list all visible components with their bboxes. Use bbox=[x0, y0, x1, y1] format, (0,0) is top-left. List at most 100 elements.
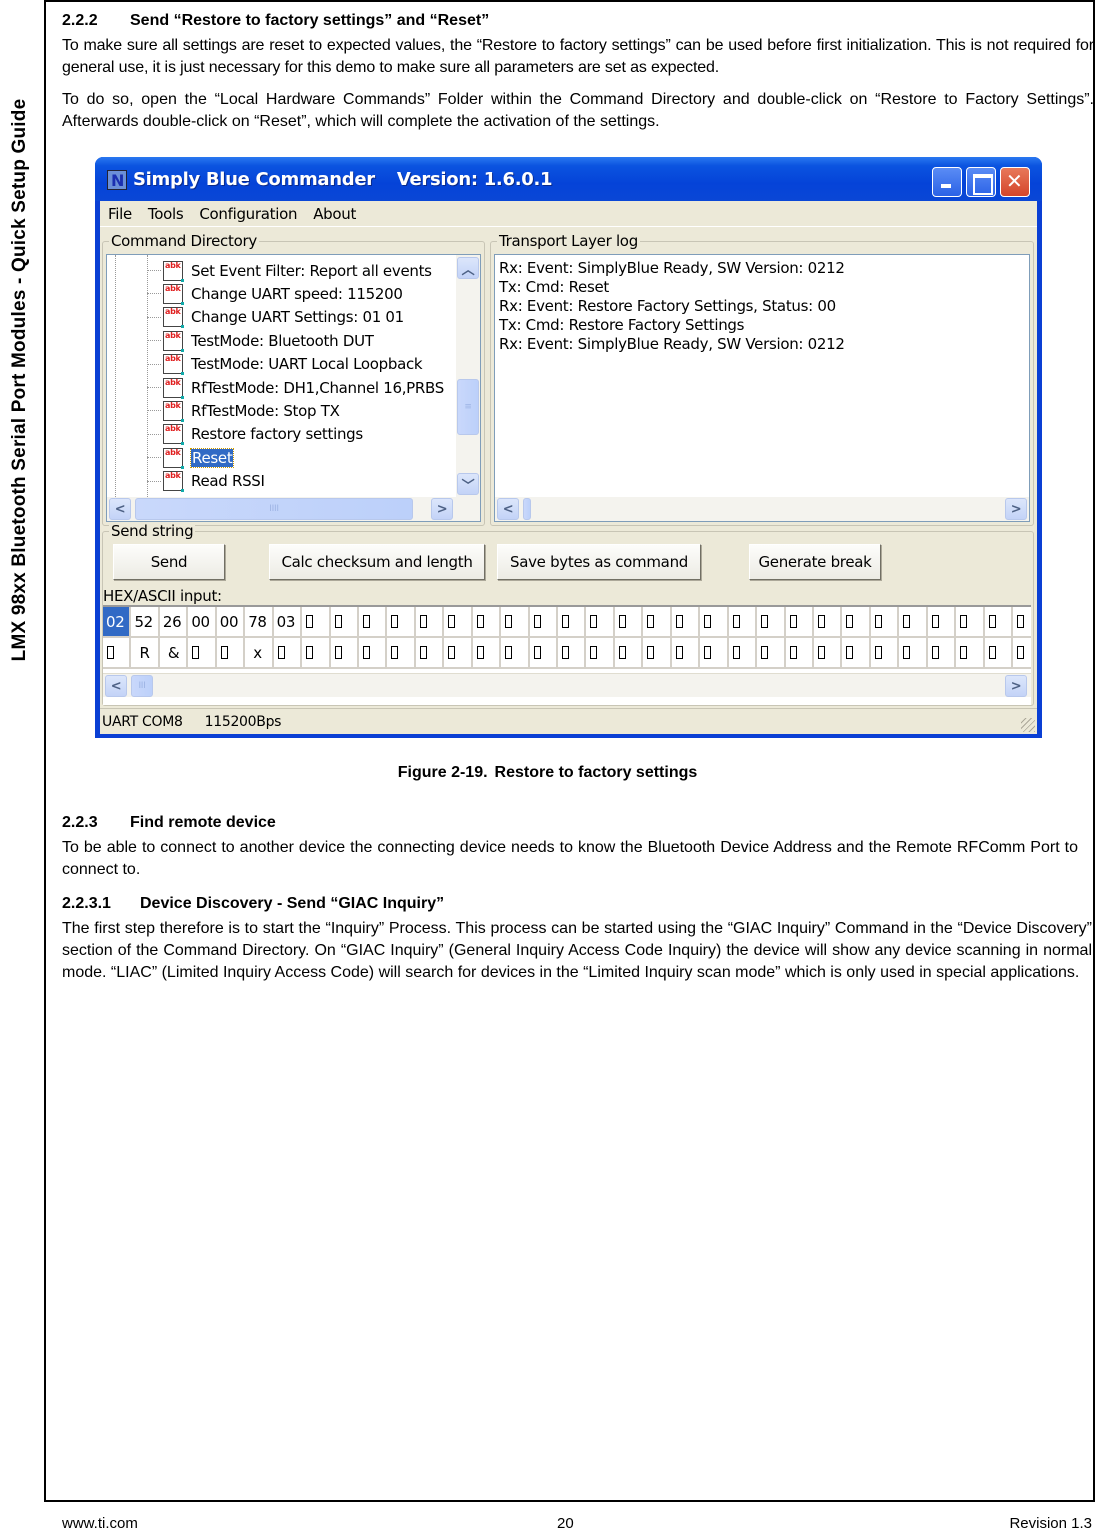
hex-cell[interactable] bbox=[671, 607, 701, 638]
ascii-cell[interactable] bbox=[529, 638, 558, 669]
ascii-cell[interactable] bbox=[302, 638, 331, 669]
ascii-cell[interactable] bbox=[188, 638, 217, 669]
scroll-left-icon[interactable]: < bbox=[105, 675, 127, 697]
transport-log-hscroll[interactable]: < > bbox=[495, 497, 1029, 521]
ascii-cell[interactable] bbox=[586, 638, 615, 669]
command-tree-item[interactable]: Restore factory settings bbox=[147, 423, 363, 446]
hex-cell[interactable] bbox=[700, 607, 729, 638]
hex-cell[interactable] bbox=[899, 607, 928, 638]
command-tree-item[interactable]: RfTestMode: DH1,Channel 16,PRBS bbox=[147, 376, 444, 399]
ascii-cell[interactable] bbox=[614, 638, 644, 669]
hex-cell[interactable]: 78 bbox=[245, 607, 274, 638]
ascii-cell[interactable]: R bbox=[131, 638, 160, 669]
hex-cell[interactable] bbox=[614, 607, 644, 638]
hex-cell[interactable]: 03 bbox=[273, 607, 303, 638]
title-bar[interactable]: Simply Blue CommanderVersion: 1.6.0.1 bbox=[95, 157, 1042, 201]
ascii-cell[interactable] bbox=[785, 638, 814, 669]
hex-cell[interactable]: 02 bbox=[103, 607, 132, 638]
ascii-cell[interactable] bbox=[501, 638, 530, 669]
command-tree-item[interactable]: RfTestMode: Stop TX bbox=[147, 399, 340, 422]
resize-grip-icon[interactable] bbox=[1021, 718, 1035, 732]
command-tree-item[interactable]: TestMode: Bluetooth DUT bbox=[147, 329, 374, 352]
command-tree-item[interactable]: Set Event Filter: Report all events bbox=[147, 259, 432, 282]
command-tree-vscroll[interactable]: ︿ ≡ ﹀ bbox=[456, 255, 480, 497]
ascii-cell[interactable] bbox=[444, 638, 473, 669]
hex-cell[interactable]: 52 bbox=[131, 607, 160, 638]
command-tree-item[interactable]: Reset bbox=[147, 446, 235, 469]
hex-cell[interactable] bbox=[387, 607, 416, 638]
ascii-cell[interactable] bbox=[984, 638, 1013, 669]
scroll-down-icon[interactable]: ﹀ bbox=[457, 473, 479, 495]
hex-cell[interactable] bbox=[330, 607, 359, 638]
ascii-cell[interactable] bbox=[813, 638, 843, 669]
ascii-cell[interactable] bbox=[558, 638, 587, 669]
ascii-cell[interactable] bbox=[103, 638, 132, 669]
hex-cell[interactable] bbox=[1013, 607, 1031, 638]
ascii-cell[interactable] bbox=[216, 638, 246, 669]
hex-cell[interactable] bbox=[472, 607, 502, 638]
scroll-thumb[interactable]: IIII bbox=[135, 498, 413, 520]
ascii-cell[interactable] bbox=[757, 638, 786, 669]
hex-cell[interactable] bbox=[529, 607, 558, 638]
command-tree-item[interactable]: Change UART Settings: 01 01 bbox=[147, 306, 404, 329]
ascii-cell[interactable] bbox=[842, 638, 871, 669]
maximize-icon[interactable] bbox=[966, 167, 996, 197]
scroll-right-icon[interactable]: > bbox=[1005, 675, 1027, 697]
hex-cell[interactable] bbox=[870, 607, 900, 638]
scroll-up-icon[interactable]: ︿ bbox=[457, 257, 479, 279]
send-button[interactable]: Send bbox=[113, 544, 225, 580]
scroll-right-icon[interactable]: > bbox=[1005, 498, 1027, 520]
ascii-cell[interactable] bbox=[415, 638, 445, 669]
hex-cell[interactable] bbox=[501, 607, 530, 638]
ascii-cell[interactable] bbox=[387, 638, 416, 669]
hex-cell[interactable] bbox=[927, 607, 957, 638]
hex-cell[interactable] bbox=[643, 607, 672, 638]
hex-cell[interactable] bbox=[956, 607, 985, 638]
scroll-right-icon[interactable]: > bbox=[431, 498, 453, 520]
ascii-cell[interactable] bbox=[927, 638, 957, 669]
scroll-thumb[interactable]: III bbox=[131, 675, 153, 697]
scroll-left-icon[interactable]: < bbox=[497, 498, 519, 520]
menu-file[interactable]: File bbox=[108, 205, 132, 223]
hex-cell[interactable] bbox=[757, 607, 786, 638]
hex-cell[interactable]: 26 bbox=[159, 607, 189, 638]
hex-cell[interactable] bbox=[785, 607, 814, 638]
hex-cell[interactable] bbox=[586, 607, 615, 638]
hex-cell[interactable] bbox=[984, 607, 1013, 638]
hex-cell[interactable] bbox=[302, 607, 331, 638]
scroll-thumb[interactable]: ≡ bbox=[457, 379, 479, 435]
minimize-icon[interactable] bbox=[932, 167, 962, 197]
hex-cell[interactable] bbox=[444, 607, 473, 638]
ascii-cell[interactable]: x bbox=[245, 638, 274, 669]
hex-cell[interactable] bbox=[415, 607, 445, 638]
hex-cell[interactable] bbox=[558, 607, 587, 638]
ascii-cell[interactable]: & bbox=[159, 638, 189, 669]
ascii-cell[interactable] bbox=[1013, 638, 1031, 669]
ascii-cell[interactable] bbox=[472, 638, 502, 669]
hex-cell[interactable] bbox=[728, 607, 758, 638]
hex-grid-hscroll[interactable]: < III > bbox=[103, 673, 1031, 697]
ascii-cell[interactable] bbox=[358, 638, 388, 669]
command-tree-item[interactable]: Read RSSI bbox=[147, 470, 265, 493]
ascii-cell[interactable] bbox=[273, 638, 303, 669]
scroll-thumb[interactable] bbox=[523, 498, 531, 520]
menu-tools[interactable]: Tools bbox=[148, 205, 184, 223]
generate-break-button[interactable]: Generate break bbox=[749, 544, 881, 580]
ascii-cell[interactable] bbox=[671, 638, 701, 669]
ascii-cell[interactable] bbox=[700, 638, 729, 669]
calc-checksum-button[interactable]: Calc checksum and length bbox=[269, 544, 485, 580]
ascii-cell[interactable] bbox=[643, 638, 672, 669]
hex-cell[interactable] bbox=[813, 607, 843, 638]
hex-cell[interactable]: 00 bbox=[188, 607, 217, 638]
menu-about[interactable]: About bbox=[313, 205, 356, 223]
ascii-cell[interactable] bbox=[870, 638, 900, 669]
save-bytes-button[interactable]: Save bytes as command bbox=[497, 544, 701, 580]
ascii-cell[interactable] bbox=[899, 638, 928, 669]
close-icon[interactable] bbox=[1000, 167, 1030, 197]
ascii-cell[interactable] bbox=[330, 638, 359, 669]
hex-cell[interactable]: 00 bbox=[216, 607, 246, 638]
command-tree-hscroll[interactable]: < IIII > bbox=[107, 497, 480, 521]
hex-cell[interactable] bbox=[842, 607, 871, 638]
menu-configuration[interactable]: Configuration bbox=[199, 205, 297, 223]
ascii-cell[interactable] bbox=[728, 638, 758, 669]
